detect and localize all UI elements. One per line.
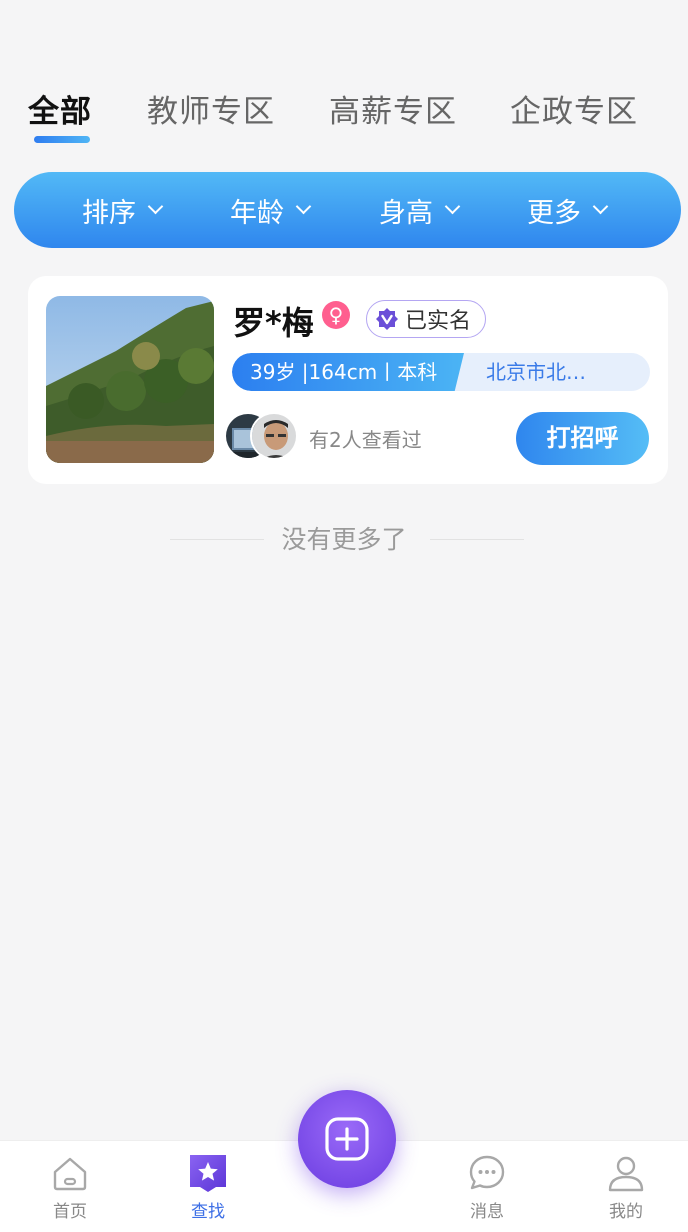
add-icon: [325, 1117, 369, 1161]
chevron-down-icon: [295, 198, 312, 214]
star-icon: [190, 1155, 226, 1192]
filter-height[interactable]: 身高: [379, 172, 461, 248]
add-post-button[interactable]: [298, 1090, 396, 1188]
filter-sort-label: 排序: [82, 197, 136, 229]
profile-basic-info: 39岁 |164cm丨本科: [232, 353, 464, 391]
tab-teacher-zone[interactable]: 教师专区: [147, 86, 275, 131]
user-icon: [608, 1156, 644, 1192]
message-icon: [469, 1155, 505, 1190]
profile-location: 北京市北…: [486, 360, 586, 384]
profile-info-tag: 39岁 |164cm丨本科 北京市北…: [232, 353, 650, 391]
nav-messages-label: 消息: [470, 1202, 504, 1222]
tab-all[interactable]: 全部: [28, 86, 92, 131]
verified-badge: 已实名: [366, 300, 487, 338]
home-icon: [53, 1157, 87, 1191]
filter-more-label: 更多: [527, 197, 581, 229]
tab-high-salary-zone[interactable]: 高薪专区: [329, 86, 457, 131]
nav-messages[interactable]: 消息: [432, 1141, 542, 1232]
tab-enterprise-gov-zone[interactable]: 企政专区: [510, 86, 638, 131]
say-hello-button[interactable]: 打招呼: [516, 412, 649, 465]
nav-profile[interactable]: 我的: [571, 1141, 681, 1232]
no-more-text: 没有更多了: [281, 525, 407, 554]
viewer-avatars: [224, 412, 304, 460]
profile-card[interactable]: 罗*梅 ♀ 已实名 39岁 |164cm丨本科 北京市北… 有2人查看过 打招呼: [28, 276, 668, 484]
nav-home[interactable]: 首页: [15, 1141, 125, 1232]
verified-shield-icon: [376, 308, 398, 330]
profile-photo[interactable]: [46, 296, 214, 463]
nav-search[interactable]: 查找: [153, 1141, 263, 1232]
chevron-down-icon: [592, 198, 609, 214]
nav-search-label: 查找: [191, 1202, 225, 1222]
filter-sort[interactable]: 排序: [82, 172, 164, 248]
verified-label: 已实名: [405, 309, 472, 334]
filter-age[interactable]: 年龄: [230, 172, 312, 248]
chevron-down-icon: [147, 198, 164, 214]
female-icon: ♀: [322, 301, 350, 329]
filter-age-label: 年龄: [230, 197, 284, 229]
nav-home-label: 首页: [53, 1202, 87, 1222]
divider-right: [430, 539, 524, 540]
avatar: [250, 412, 298, 460]
chevron-down-icon: [444, 198, 461, 214]
active-tab-indicator: [34, 136, 90, 143]
viewed-count-text: 有2人查看过: [309, 428, 422, 452]
filter-bar: 排序 年龄 身高 更多: [14, 172, 681, 248]
category-tabs: 全部 教师专区 高薪专区 企政专区: [0, 86, 688, 150]
filter-height-label: 身高: [379, 197, 433, 229]
profile-name: 罗*梅: [233, 304, 314, 342]
nav-profile-label: 我的: [609, 1202, 643, 1222]
filter-more[interactable]: 更多: [527, 172, 609, 248]
